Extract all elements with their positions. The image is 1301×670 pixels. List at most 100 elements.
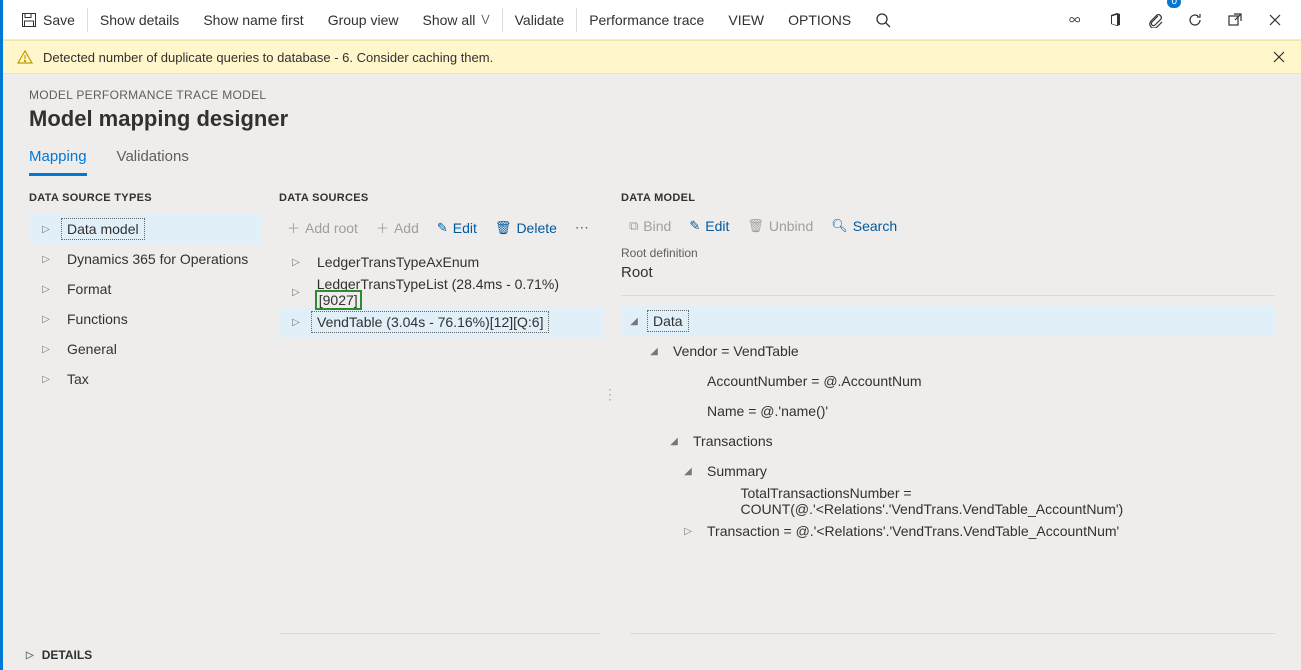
close-icon	[1267, 12, 1283, 28]
divider	[630, 633, 1275, 634]
caret-down-icon: ◢	[683, 466, 693, 477]
office-icon-button[interactable]	[1095, 0, 1135, 40]
plus-icon: ＋	[287, 218, 300, 237]
caret-down-icon: ◢	[629, 316, 639, 327]
dm-item-data[interactable]: ◢ Data	[621, 306, 1275, 336]
show-all-dropdown[interactable]: Show all⋁	[411, 0, 502, 40]
search-icon: 🔍︎	[831, 218, 848, 234]
save-label: Save	[43, 12, 75, 28]
divider	[280, 633, 600, 634]
caret-right-icon: ▷	[291, 287, 301, 298]
tree-item-data-model[interactable]: ▷ Data model	[29, 214, 261, 244]
view-button[interactable]: VIEW	[716, 0, 776, 40]
caret-right-icon: ▷	[41, 344, 51, 355]
dm-item-transactions[interactable]: ◢ Transactions	[621, 426, 1275, 456]
command-bar: Save Show details Show name first Group …	[3, 0, 1301, 40]
breadcrumb: MODEL PERFORMANCE TRACE MODEL	[29, 88, 1275, 102]
root-definition-value[interactable]: Root	[621, 260, 1275, 296]
data-model-panel: DATA MODEL ⧉Bind ✎Edit 🗑Unbind 🔍︎Search …	[621, 192, 1275, 658]
data-sources-toolbar: ＋Add root ＋Add ✎Edit 🗑Delete ⋯	[279, 214, 603, 241]
bind-button: ⧉Bind	[621, 214, 679, 238]
save-button[interactable]: Save	[9, 0, 87, 40]
caret-right-icon: ▷	[291, 317, 301, 328]
caret-right-icon: ▷	[41, 284, 51, 295]
caret-right-icon: ▷	[26, 650, 34, 661]
details-label: DETAILS	[42, 648, 92, 662]
options-button[interactable]: OPTIONS	[776, 0, 863, 40]
tree-item-general[interactable]: ▷ General	[29, 334, 261, 364]
show-name-first-button[interactable]: Show name first	[191, 0, 315, 40]
dm-item-name[interactable]: Name = @.'name()'	[621, 396, 1275, 426]
page-title: Model mapping designer	[29, 106, 1275, 132]
plus-icon: ＋	[376, 218, 389, 237]
add-root-button: ＋Add root	[279, 214, 366, 241]
caret-right-icon: ▷	[41, 374, 51, 385]
caret-right-icon: ▷	[41, 224, 51, 235]
group-view-button[interactable]: Group view	[316, 0, 411, 40]
root-definition-label: Root definition	[621, 246, 1275, 260]
save-icon	[21, 12, 37, 28]
add-button: ＋Add	[368, 214, 427, 241]
link-icon-button[interactable]	[1055, 0, 1095, 40]
data-model-toolbar: ⧉Bind ✎Edit 🗑Unbind 🔍︎Search	[621, 214, 1275, 238]
right-header: DATA MODEL	[621, 192, 1275, 204]
tree-item-format[interactable]: ▷ Format	[29, 274, 261, 304]
tab-mapping[interactable]: Mapping	[29, 144, 87, 176]
infinity-icon	[1067, 12, 1083, 28]
close-button[interactable]	[1255, 0, 1295, 40]
caret-down-icon: ◢	[649, 346, 659, 357]
unbind-button: 🗑Unbind	[739, 214, 821, 238]
caret-right-icon: ▷	[683, 526, 693, 537]
search-button[interactable]	[863, 0, 903, 40]
tree-item-d365[interactable]: ▷ Dynamics 365 for Operations	[29, 244, 261, 274]
tree-item-functions[interactable]: ▷ Functions	[29, 304, 261, 334]
ds-item-ledgertranstypelist[interactable]: ▷ LedgerTransTypeList (28.4ms - 0.71%)[9…	[279, 277, 603, 307]
warning-close-button[interactable]	[1271, 49, 1287, 65]
attachments-button[interactable]: 0	[1135, 0, 1175, 40]
dm-item-transaction[interactable]: ▷ Transaction = @.'<Relations'.'VendTran…	[621, 516, 1275, 546]
warning-icon	[17, 49, 33, 65]
tab-validations[interactable]: Validations	[117, 144, 189, 176]
dm-item-accountnumber[interactable]: AccountNumber = @.AccountNum	[621, 366, 1275, 396]
tabs: Mapping Validations	[3, 138, 1301, 176]
page-header: MODEL PERFORMANCE TRACE MODEL Model mapp…	[3, 74, 1301, 138]
pencil-icon: ✎	[437, 220, 448, 236]
refresh-icon	[1187, 12, 1203, 28]
data-sources-panel: DATA SOURCES ＋Add root ＋Add ✎Edit 🗑Delet…	[279, 192, 603, 658]
edit-button[interactable]: ✎Edit	[429, 216, 485, 240]
caret-right-icon: ▷	[291, 257, 301, 268]
details-expander[interactable]: ▷ DETAILS	[26, 648, 92, 662]
trash-icon: 🗑	[747, 218, 764, 234]
data-source-types-tree: ▷ Data model ▷ Dynamics 365 for Operatio…	[29, 214, 261, 394]
warning-bar: Detected number of duplicate queries to …	[3, 40, 1301, 74]
caret-right-icon: ▷	[41, 314, 51, 325]
ds-item-vendtable[interactable]: ▷ VendTable (3.04s - 76.16%)[12][Q:6]	[279, 307, 603, 337]
pencil-icon: ✎	[689, 218, 700, 234]
performance-trace-button[interactable]: Performance trace	[577, 0, 716, 40]
popout-button[interactable]	[1215, 0, 1255, 40]
refresh-button[interactable]	[1175, 0, 1215, 40]
search-button[interactable]: 🔍︎Search	[823, 214, 905, 238]
trash-icon: 🗑	[495, 220, 512, 236]
search-icon	[875, 12, 891, 28]
call-count-highlight: [9027]	[315, 290, 362, 310]
delete-button[interactable]: 🗑Delete	[487, 216, 565, 240]
dm-item-vendor[interactable]: ◢ Vendor = VendTable	[621, 336, 1275, 366]
warning-text: Detected number of duplicate queries to …	[43, 50, 493, 65]
show-details-button[interactable]: Show details	[88, 0, 191, 40]
validate-button[interactable]: Validate	[503, 0, 577, 40]
column-resize-handle[interactable]: ⋮	[603, 392, 611, 397]
dm-item-totaltransactions[interactable]: TotalTransactionsNumber = COUNT(@.'<Rela…	[621, 486, 1275, 516]
notification-badge: 0	[1167, 0, 1181, 8]
office-icon	[1107, 12, 1123, 28]
main-content: DATA SOURCE TYPES ▷ Data model ▷ Dynamic…	[3, 176, 1301, 658]
left-header: DATA SOURCE TYPES	[29, 192, 261, 204]
data-model-tree: ◢ Data ◢ Vendor = VendTable AccountNumbe…	[621, 306, 1275, 546]
mid-header: DATA SOURCES	[279, 192, 603, 204]
paperclip-icon	[1147, 12, 1163, 28]
more-button[interactable]: ⋯	[567, 215, 597, 240]
tree-item-tax[interactable]: ▷ Tax	[29, 364, 261, 394]
data-source-types-panel: DATA SOURCE TYPES ▷ Data model ▷ Dynamic…	[29, 192, 261, 658]
caret-right-icon: ▷	[41, 254, 51, 265]
edit-button[interactable]: ✎Edit	[681, 214, 737, 238]
